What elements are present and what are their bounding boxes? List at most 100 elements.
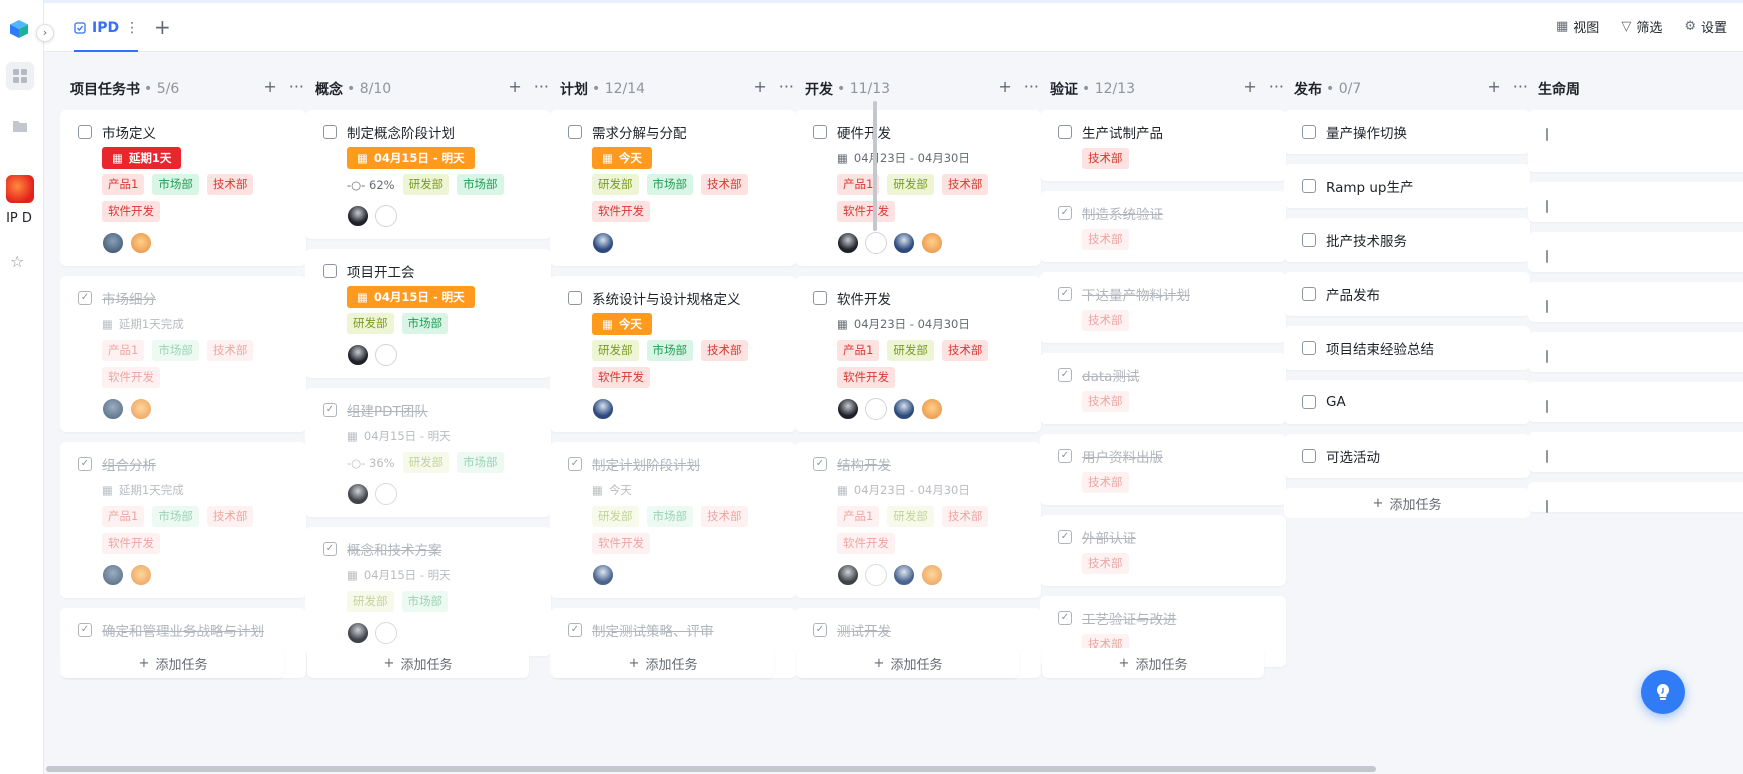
checkbox[interactable]: [568, 125, 582, 139]
checkbox[interactable]: [78, 125, 92, 139]
checkbox[interactable]: [1302, 287, 1316, 301]
task-card[interactable]: 市场定义 ▦ 延期1天 产品1 市场部 技术部 软件开发: [60, 110, 306, 266]
task-card[interactable]: 批产技术服务: [1284, 218, 1530, 262]
tag[interactable]: 技术部: [701, 506, 748, 527]
more-icon[interactable]: ···: [1024, 77, 1039, 96]
avatar[interactable]: [130, 564, 152, 586]
tag[interactable]: 市场部: [457, 174, 504, 195]
checked-checkbox[interactable]: ✓: [568, 623, 582, 637]
checkbox[interactable]: [323, 264, 337, 278]
view-button[interactable]: ▦ 视图: [1556, 17, 1599, 36]
avatar[interactable]: [102, 564, 124, 586]
checked-checkbox[interactable]: ✓: [813, 457, 827, 471]
checked-checkbox[interactable]: ✓: [1058, 206, 1072, 220]
checked-checkbox[interactable]: ✓: [323, 403, 337, 417]
task-card[interactable]: ✓ 制定计划阶段计划 ▦ 今天 研发部 市场部 技术部 软件开发: [550, 442, 796, 598]
task-card[interactable]: ✓ data测试 技术部: [1040, 353, 1286, 424]
tag[interactable]: 研发部: [402, 452, 450, 473]
horizontal-scrollbar-thumb[interactable]: [46, 766, 1376, 772]
add-task-button[interactable]: + 添加任务: [552, 648, 774, 678]
checkbox[interactable]: [1546, 350, 1548, 363]
task-card[interactable]: ✓ 外部认证 技术部: [1040, 515, 1286, 586]
task-card[interactable]: [1528, 432, 1743, 472]
filter-button[interactable]: ▽ 筛选: [1621, 17, 1662, 36]
avatar[interactable]: [921, 564, 943, 586]
tag[interactable]: 研发部: [347, 591, 394, 612]
tag[interactable]: 软件开发: [102, 201, 160, 222]
more-icon[interactable]: ···: [779, 77, 794, 96]
tab-more-icon[interactable]: ⋮: [125, 20, 139, 36]
add-tab-button[interactable]: +: [154, 15, 171, 39]
task-card[interactable]: [1528, 332, 1743, 372]
checked-checkbox[interactable]: ✓: [78, 457, 92, 471]
tag[interactable]: 研发部: [592, 174, 639, 195]
add-card-icon[interactable]: +: [998, 77, 1011, 96]
cube-logo-icon[interactable]: [8, 18, 30, 40]
task-card[interactable]: [1528, 482, 1743, 513]
avatar[interactable]: [921, 398, 943, 420]
star-icon[interactable]: ☆: [10, 252, 24, 271]
tag[interactable]: 技术部: [1082, 472, 1129, 493]
tag[interactable]: 市场部: [646, 340, 693, 361]
checkbox[interactable]: [1546, 450, 1548, 463]
task-card[interactable]: ✓ 市场细分 ▦ 延期1天完成 产品1 市场部 技术部 软件开发: [60, 276, 306, 432]
checked-checkbox[interactable]: ✓: [1058, 530, 1072, 544]
task-card[interactable]: 产品发布: [1284, 272, 1530, 316]
due-date-badge[interactable]: ▦ 04月15日 - 明天: [347, 147, 475, 169]
task-card[interactable]: GA: [1284, 380, 1530, 424]
checked-checkbox[interactable]: ✓: [1058, 287, 1072, 301]
expand-sidebar-chevron-icon[interactable]: ›: [36, 24, 54, 42]
task-card[interactable]: [1528, 282, 1743, 322]
task-card[interactable]: [1528, 382, 1743, 422]
tag[interactable]: 产品1: [102, 340, 145, 361]
avatar[interactable]: [130, 232, 152, 254]
avatar[interactable]: [347, 483, 369, 505]
add-task-button[interactable]: + 添加任务: [62, 648, 284, 678]
task-card[interactable]: 可选活动: [1284, 434, 1530, 478]
tag[interactable]: 市场部: [152, 506, 199, 527]
checkbox[interactable]: [1546, 200, 1548, 213]
task-card[interactable]: 制定概念阶段计划 ▦ 04月15日 - 明天 -○- 62% 研发部 市场部: [305, 110, 551, 239]
avatar[interactable]: [865, 232, 887, 254]
avatar[interactable]: [837, 398, 859, 420]
tag[interactable]: 软件开发: [102, 533, 160, 554]
more-icon[interactable]: ···: [534, 77, 549, 96]
checked-checkbox[interactable]: ✓: [78, 291, 92, 305]
task-card[interactable]: [1528, 182, 1743, 222]
tag[interactable]: 技术部: [1082, 148, 1129, 169]
column-scrollbar[interactable]: [873, 101, 877, 231]
tag[interactable]: 产品1: [102, 174, 145, 195]
add-card-icon[interactable]: +: [753, 77, 766, 96]
task-card[interactable]: 硬件开发 ▦ 04月23日 - 04月30日 产品1 研发部 技术部 软件开发: [795, 110, 1041, 266]
avatar[interactable]: [592, 564, 614, 586]
tag[interactable]: 技术部: [1082, 391, 1129, 412]
add-task-button[interactable]: + 添加任务: [1042, 648, 1264, 678]
checked-checkbox[interactable]: ✓: [1058, 368, 1072, 382]
checkbox[interactable]: [1302, 179, 1316, 193]
task-card[interactable]: ✓ 下达量产物料计划 技术部: [1040, 272, 1286, 343]
add-card-icon[interactable]: +: [1243, 77, 1256, 96]
checkbox[interactable]: [813, 291, 827, 305]
tag[interactable]: 研发部: [347, 313, 394, 334]
more-icon[interactable]: ···: [1513, 77, 1528, 96]
checkbox[interactable]: [323, 125, 337, 139]
more-icon[interactable]: ···: [1269, 77, 1284, 96]
tag[interactable]: 软件开发: [102, 367, 160, 388]
task-card[interactable]: ✓ 概念和技术方案 ▦ 04月15日 - 明天 研发部 市场部: [305, 527, 551, 656]
checkbox[interactable]: [1302, 449, 1316, 463]
checked-checkbox[interactable]: ✓: [1058, 611, 1072, 625]
add-card-icon[interactable]: +: [1487, 77, 1500, 96]
task-card[interactable]: 系统设计与设计规格定义 ▦ 今天 研发部 市场部 技术部 软件开发: [550, 276, 796, 432]
tag[interactable]: 技术部: [1082, 310, 1129, 331]
checked-checkbox[interactable]: ✓: [78, 623, 92, 637]
tag[interactable]: 研发部: [887, 340, 934, 361]
tag[interactable]: 产品1: [102, 506, 145, 527]
tag[interactable]: 市场部: [646, 506, 693, 527]
task-card[interactable]: [1528, 110, 1743, 172]
avatar[interactable]: [375, 344, 397, 366]
checked-checkbox[interactable]: ✓: [323, 542, 337, 556]
tag[interactable]: 技术部: [941, 340, 989, 361]
apps-grid-icon[interactable]: [6, 62, 34, 90]
due-date-badge[interactable]: ▦ 延期1天: [102, 147, 182, 169]
tag[interactable]: 技术部: [206, 340, 254, 361]
